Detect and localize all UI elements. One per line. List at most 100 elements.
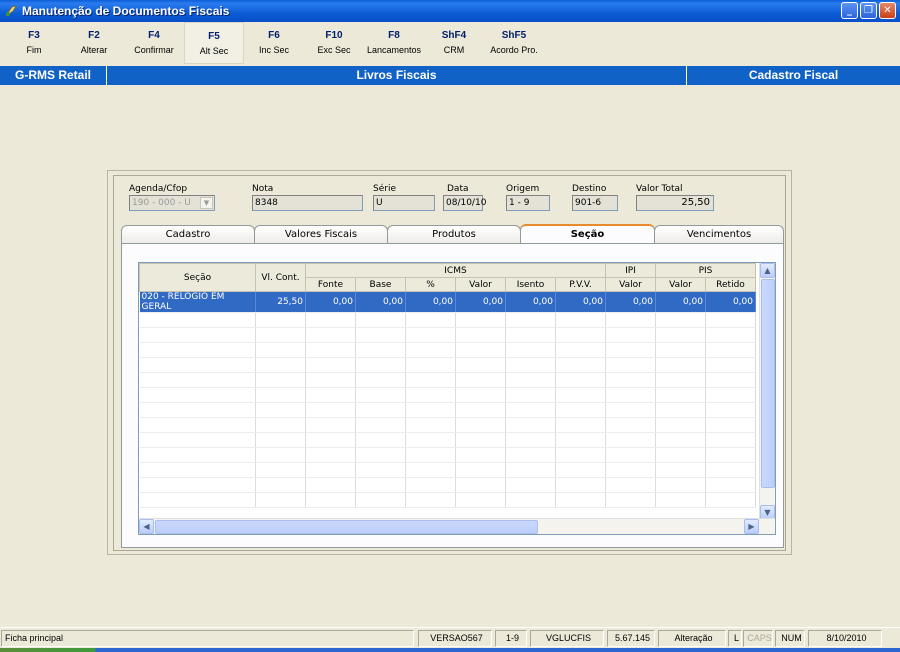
- secao-grid[interactable]: Seção Vl. Cont. ICMS IPI PIS Fonte Base …: [138, 262, 776, 535]
- empty-row[interactable]: [139, 402, 756, 418]
- f4-confirmar-button[interactable]: F4 Confirmar: [124, 22, 184, 64]
- horizontal-scrollbar[interactable]: ◀ ▶: [139, 518, 775, 534]
- col-vl-cont[interactable]: Vl. Cont.: [255, 263, 306, 292]
- vertical-scroll-thumb[interactable]: [761, 279, 775, 488]
- f3-fim-button[interactable]: F3 Fim: [4, 22, 64, 64]
- agenda-label: Agenda/Cfop: [129, 184, 188, 194]
- cell-vl-cont: 25,50: [255, 291, 306, 313]
- col-icms-fonte[interactable]: Fonte: [305, 277, 356, 292]
- empty-row[interactable]: [139, 417, 756, 433]
- minimize-button[interactable]: _: [841, 2, 858, 19]
- empty-cell: [139, 357, 256, 373]
- empty-row[interactable]: [139, 447, 756, 463]
- scroll-left-icon[interactable]: ◀: [139, 519, 154, 534]
- table-row[interactable]: 020 - RELOGIO EM GERAL 25,50 0,00 0,00 0…: [139, 291, 756, 313]
- empty-row[interactable]: [139, 492, 756, 508]
- f5-alt-sec-button[interactable]: F5 Alt Sec: [184, 22, 244, 64]
- f10-exc-sec-button[interactable]: F10 Exc Sec: [304, 22, 364, 64]
- cell-secao: 020 - RELOGIO EM GERAL: [139, 291, 256, 313]
- header-system: G-RMS Retail: [0, 66, 107, 85]
- destino-field[interactable]: Destino 901-6: [572, 184, 618, 211]
- empty-cell: [255, 477, 306, 493]
- shf4-crm-button[interactable]: ShF4 CRM: [424, 22, 484, 64]
- group-ipi: IPI: [605, 263, 656, 278]
- cell-icms-fonte: 0,00: [305, 291, 356, 313]
- valor-total-field[interactable]: Valor Total 25,50: [636, 184, 714, 211]
- empty-cell: [455, 342, 506, 358]
- col-icms-pvv[interactable]: P.V.V.: [555, 277, 606, 292]
- empty-cell: [455, 432, 506, 448]
- col-icms-valor[interactable]: Valor: [455, 277, 506, 292]
- close-button[interactable]: ✕: [879, 2, 896, 19]
- horizontal-scroll-thumb[interactable]: [155, 520, 538, 534]
- f6-inc-sec-button[interactable]: F6 Inc Sec: [244, 22, 304, 64]
- empty-row[interactable]: [139, 462, 756, 478]
- col-secao[interactable]: Seção: [139, 263, 256, 292]
- window-title: Manutenção de Documentos Fiscais: [22, 4, 230, 18]
- empty-row[interactable]: [139, 357, 756, 373]
- vertical-scrollbar[interactable]: ▲ ▼: [759, 263, 775, 520]
- empty-cell: [605, 402, 656, 418]
- empty-cell: [255, 447, 306, 463]
- scroll-right-icon[interactable]: ▶: [744, 519, 759, 534]
- empty-cell: [305, 477, 356, 493]
- empty-cell: [255, 372, 306, 388]
- col-icms-isento[interactable]: Isento: [505, 277, 556, 292]
- empty-cell: [555, 327, 606, 343]
- action-label: Lancamentos: [366, 45, 422, 55]
- empty-cell: [305, 432, 356, 448]
- action-label: Acordo Pro.: [490, 45, 538, 55]
- scroll-up-icon[interactable]: ▲: [760, 263, 775, 278]
- origem-field[interactable]: Origem 1 - 9: [506, 184, 550, 211]
- empty-cell: [655, 327, 706, 343]
- empty-cell: [655, 342, 706, 358]
- f8-lancamentos-button[interactable]: F8 Lancamentos: [364, 22, 424, 64]
- cell-icms-isento: 0,00: [505, 291, 556, 313]
- empty-row[interactable]: [139, 327, 756, 343]
- tab-cadastro[interactable]: Cadastro: [121, 225, 255, 244]
- col-icms-base[interactable]: Base: [355, 277, 406, 292]
- restore-button[interactable]: ❐: [860, 2, 877, 19]
- empty-cell: [455, 477, 506, 493]
- empty-cell: [655, 447, 706, 463]
- empty-cell: [355, 492, 406, 508]
- col-icms-percent[interactable]: %: [405, 277, 456, 292]
- empty-cell: [305, 492, 356, 508]
- col-ipi-valor[interactable]: Valor: [605, 277, 656, 292]
- tab-valores-fiscais[interactable]: Valores Fiscais: [254, 225, 388, 244]
- nota-field[interactable]: Nota 8348: [252, 184, 363, 211]
- empty-cell: [655, 402, 706, 418]
- empty-row[interactable]: [139, 432, 756, 448]
- empty-row[interactable]: [139, 372, 756, 388]
- col-pis-valor[interactable]: Valor: [655, 277, 706, 292]
- agenda-field[interactable]: Agenda/Cfop 190 - 000 - U ▼: [129, 184, 215, 211]
- f2-alterar-button[interactable]: F2 Alterar: [64, 22, 124, 64]
- key-label: F3: [28, 30, 40, 41]
- serie-field[interactable]: Série U: [373, 184, 435, 211]
- empty-row[interactable]: [139, 312, 756, 328]
- empty-row[interactable]: [139, 387, 756, 403]
- empty-cell: [355, 417, 406, 433]
- tab-produtos[interactable]: Produtos: [387, 225, 521, 244]
- empty-cell: [355, 387, 406, 403]
- data-field[interactable]: Data 08/10/10: [443, 184, 486, 211]
- empty-cell: [355, 312, 406, 328]
- chevron-down-icon[interactable]: ▼: [200, 197, 213, 209]
- tab-secao[interactable]: Seção: [520, 224, 655, 245]
- empty-row[interactable]: [139, 342, 756, 358]
- empty-cell: [505, 417, 556, 433]
- empty-cell: [455, 492, 506, 508]
- empty-cell: [655, 372, 706, 388]
- nota-label: Nota: [252, 184, 274, 194]
- empty-cell: [355, 462, 406, 478]
- empty-row[interactable]: [139, 477, 756, 493]
- empty-cell: [139, 417, 256, 433]
- col-pis-retido[interactable]: Retido: [705, 277, 756, 292]
- shf5-acordo-button[interactable]: ShF5 Acordo Pro.: [484, 22, 544, 64]
- status-date: 8/10/2010: [808, 630, 882, 647]
- key-label: F2: [88, 30, 100, 41]
- action-label: Fim: [26, 45, 42, 55]
- secao-table: Seção Vl. Cont. ICMS IPI PIS Fonte Base …: [139, 263, 756, 508]
- tab-vencimentos[interactable]: Vencimentos: [654, 225, 784, 244]
- empty-cell: [505, 357, 556, 373]
